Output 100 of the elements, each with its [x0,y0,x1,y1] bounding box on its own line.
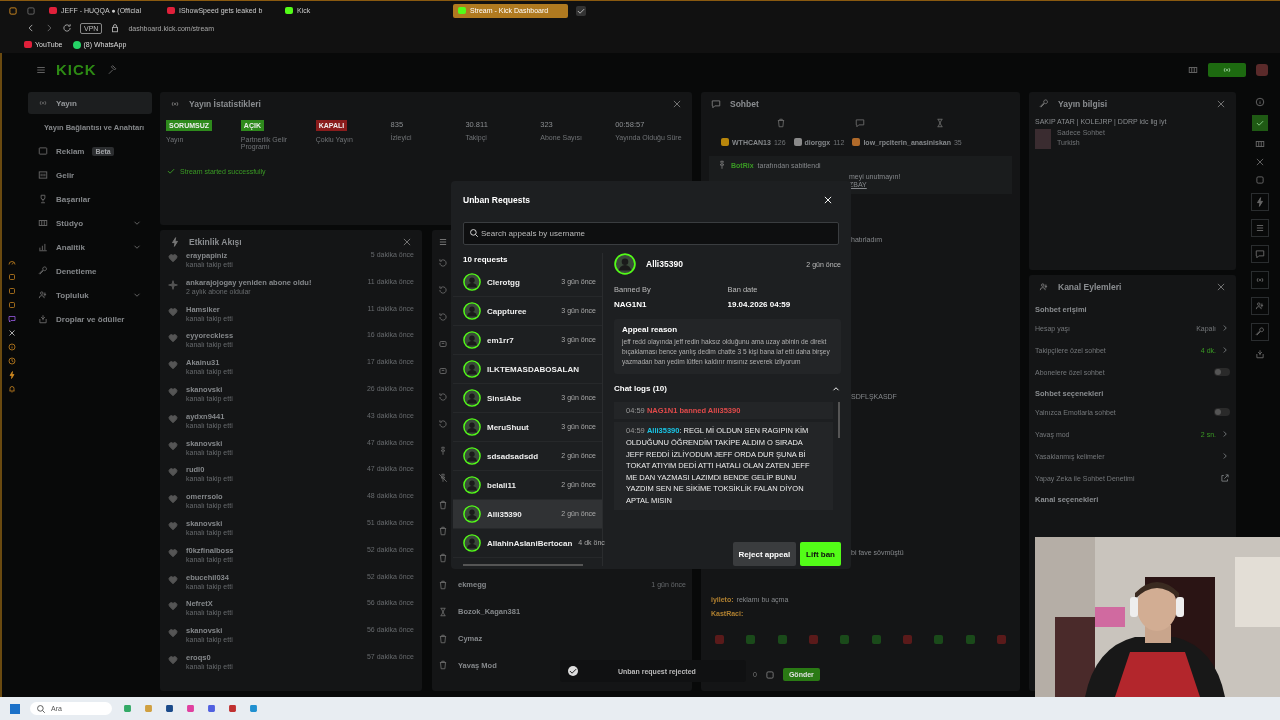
heart-icon [168,520,178,531]
chat-bubble-icon [438,338,448,349]
info-icon [1254,97,1265,107]
panel-title: Kanal Eylemleri [1058,282,1122,292]
avatar [463,360,481,378]
x-logo-icon [8,329,16,337]
emote-icon [871,635,881,644]
emote-icon [746,635,756,644]
trophy-icon [38,194,48,204]
emote-icon [777,635,787,644]
reload-icon [62,23,72,33]
avatar [463,389,481,407]
log-icon [438,237,448,247]
chat-bubble-icon [855,118,866,128]
sidebar-item[interactable]: Denetleme [28,260,152,282]
avatar [463,447,481,465]
field-value: NAG1N1 [614,300,648,309]
wrench-icon [1250,323,1269,341]
close-button[interactable] [823,195,833,205]
app-icon [227,703,238,714]
app-icon [206,703,217,714]
undo-icon [438,419,448,430]
target-icon [8,343,16,351]
panel-title: Yayın bilgisi [1058,99,1108,109]
heart-icon [168,601,178,612]
lift-ban-button[interactable]: Lift ban [800,542,841,566]
forward-icon [44,23,54,33]
trash-icon [775,118,786,128]
emote-icon [809,635,818,644]
chat-logs-toggle[interactable]: Chat logs (10) [614,381,841,396]
download-icon [38,314,48,324]
clock-icon [8,357,16,365]
category-thumbnail [1035,129,1051,149]
app-icon [185,703,196,714]
broadcast-icon [170,99,180,109]
heart-icon [168,333,178,344]
hourglass-icon [935,118,946,128]
film-icon [38,218,48,228]
play-logo-icon [167,7,175,14]
heart-icon [168,628,178,639]
hourglass-icon [438,606,448,617]
undo-icon [438,285,448,296]
sidebar-item[interactable]: Yayın [28,92,152,114]
toggle-switch[interactable] [1214,408,1230,416]
sidebar-item[interactable]: Gelir [28,164,152,186]
panel-title: Sohbet [730,99,759,109]
heart-icon [168,306,178,317]
menu-icon [36,64,46,75]
toggle-switch[interactable] [1214,368,1230,376]
sidebar-item[interactable]: Analitik [28,236,152,258]
sidebar-item[interactable]: Başarılar [28,188,152,210]
undo-icon [438,392,448,403]
emote-icon [965,635,975,644]
sidebar-item[interactable]: Droplar ve ödüller [28,308,152,330]
bars-icon [38,170,48,180]
screen-icon [38,146,48,156]
scrollbar [838,401,840,438]
play-logo-icon [49,7,57,14]
log-icon [1250,219,1269,237]
windows-logo-icon[interactable] [10,703,20,714]
broadcast-icon [38,98,48,108]
sparkle-icon [168,279,178,290]
username: Alli35390 [646,259,683,269]
emote-icon [715,635,724,644]
trash-icon [438,553,448,564]
heart-icon [168,440,178,451]
bolt-icon [1250,193,1269,211]
close-icon [1216,282,1226,292]
layout-icon [1188,64,1198,75]
wrench-icon [1039,99,1049,109]
request-item[interactable]: ILKTEMASDABOSALAN [453,355,602,384]
emote-icon [840,635,850,644]
app-icon [164,703,175,714]
play-logo-icon [24,41,32,48]
pin-icon [717,160,727,170]
avatar [463,273,481,291]
panel-title: Etkinlik Akışı [189,237,242,247]
sidebar-item[interactable]: Topluluk [28,284,152,306]
field-value: 19.04.2026 04:59 [727,300,792,309]
panel-title: Yayın İstatistikleri [189,99,261,109]
broadcast-icon [1250,271,1269,289]
search-icon [36,703,46,714]
sidebar-item[interactable]: Stüdyo [28,212,152,234]
live-button[interactable] [1208,62,1246,77]
chat-bubble-icon [711,99,721,109]
heart-icon [168,387,178,397]
reject-button[interactable]: Reject appeal [732,542,797,566]
undo-icon [438,312,448,322]
emote-icon [996,635,1006,644]
heart-icon [168,413,178,424]
kick-logo[interactable]: KICK [56,61,97,78]
pin-icon [438,445,448,456]
search-field[interactable]: Search appeals by username [463,222,839,245]
trash-icon [438,633,448,644]
trash-icon [438,499,448,510]
avatar [463,418,481,436]
gauge-icon [8,259,16,267]
emote-icon [902,635,912,644]
check-icon [1251,115,1268,131]
close-icon [672,99,682,109]
